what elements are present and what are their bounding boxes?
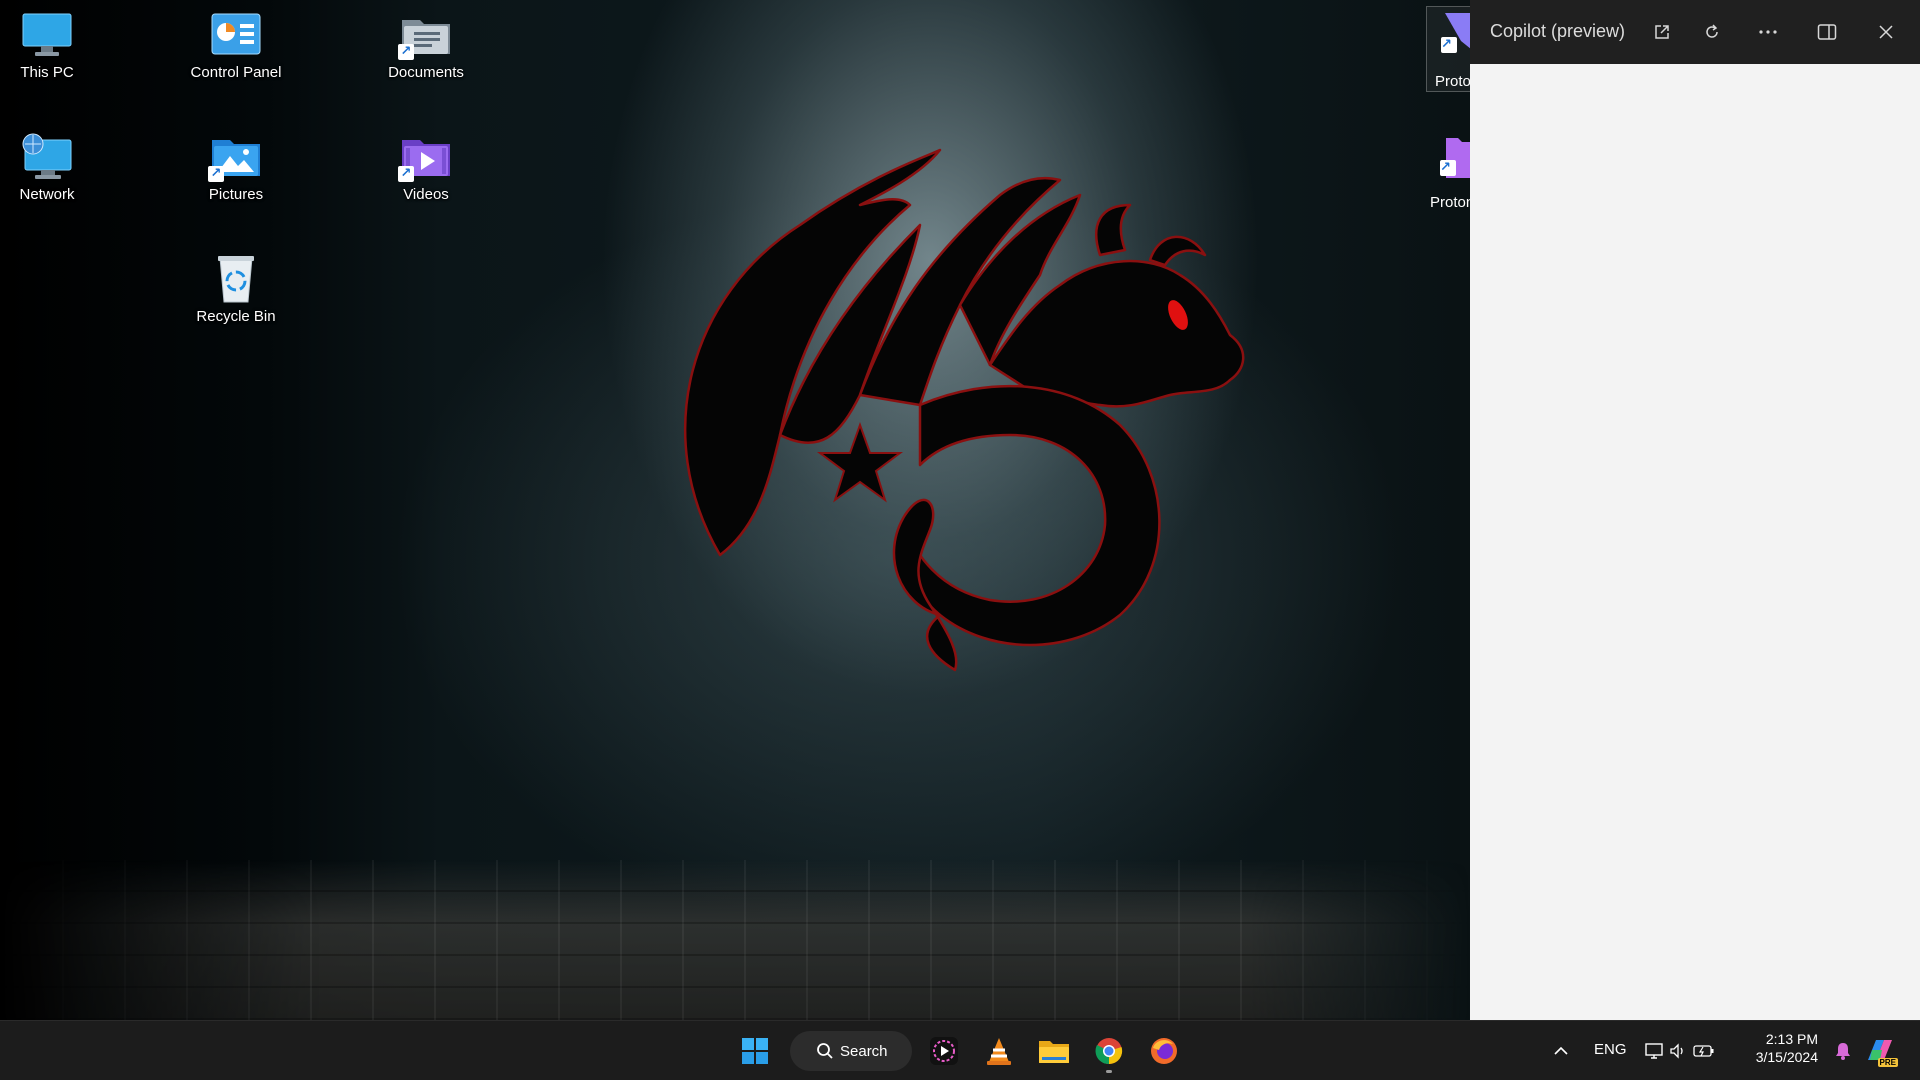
media-player-icon xyxy=(930,1037,958,1065)
refresh-button[interactable] xyxy=(1696,16,1728,48)
vlc-icon xyxy=(987,1038,1011,1065)
copilot-content-area xyxy=(1470,64,1920,1020)
desktop-icon-label: Videos xyxy=(403,186,449,203)
copilot-title: Copilot (preview) xyxy=(1490,21,1626,41)
volume-icon xyxy=(1670,1043,1683,1059)
battery-charging-icon xyxy=(1693,1045,1714,1057)
taskbar-app-file-explorer[interactable] xyxy=(1032,1029,1076,1073)
chevron-up-icon xyxy=(1554,1046,1568,1055)
search-icon xyxy=(817,1043,833,1059)
recycle-bin-icon xyxy=(208,254,264,304)
show-hidden-icons-button[interactable] xyxy=(1539,1029,1583,1073)
shortcut-arrow-icon: ↗ xyxy=(1440,160,1456,176)
shortcut-arrow-icon: ↗ xyxy=(208,166,224,182)
wallpaper-floor xyxy=(0,860,1470,1020)
more-icon xyxy=(1759,30,1777,34)
desktop-icon-label: Network xyxy=(19,186,75,203)
shortcut-arrow-icon: ↗ xyxy=(1441,37,1457,53)
clock-time: 2:13 PM xyxy=(1765,1031,1818,1047)
desktop-icon-label: Documents xyxy=(388,64,464,81)
documents-folder-icon: ↗ xyxy=(398,10,454,60)
language-indicator[interactable]: ENG xyxy=(1594,1041,1627,1058)
clock-date: 3/15/2024 xyxy=(1755,1049,1818,1065)
desktop-icon-label: Pictures xyxy=(208,186,264,203)
desktop-icon-label: Control Panel xyxy=(190,64,282,81)
videos-folder-icon: ↗ xyxy=(398,132,454,182)
refresh-icon xyxy=(1706,24,1718,38)
desktop-icon-network[interactable]: Network xyxy=(0,122,102,214)
copilot-preview-badge: PRE xyxy=(1877,1058,1898,1067)
firefox-icon xyxy=(1151,1038,1177,1064)
shortcut-arrow-icon: ↗ xyxy=(398,44,414,60)
running-indicator xyxy=(1106,1070,1112,1073)
desktop-icon-recycle-bin[interactable]: Recycle Bin xyxy=(181,244,291,336)
quick-settings-button[interactable] xyxy=(1645,1029,1715,1073)
copilot-taskbar-button[interactable]: PRE xyxy=(1860,1029,1900,1073)
search-label: Search xyxy=(840,1042,888,1060)
file-explorer-icon xyxy=(1039,1041,1069,1063)
copilot-header: Copilot (preview) xyxy=(1470,0,1920,64)
chrome-icon xyxy=(1095,1038,1123,1065)
dock-panel-button[interactable] xyxy=(1811,16,1843,48)
control-panel-icon xyxy=(208,10,264,60)
pictures-folder-icon: ↗ xyxy=(208,132,264,182)
desktop-icon-proton-2[interactable]: ↗ Proton xyxy=(1426,128,1470,212)
star-shape xyxy=(817,422,903,503)
desktop-icon-videos[interactable]: ↗ Videos xyxy=(371,122,481,214)
taskbar: Search ENG 2:13 PM 3/15/2024 PRE xyxy=(0,1020,1920,1080)
desktop-icon-label: This PC xyxy=(20,64,74,81)
desktop-icon-pictures[interactable]: ↗ Pictures xyxy=(181,122,291,214)
proton-app-icon: ↗ xyxy=(1441,11,1470,57)
taskbar-search-box[interactable]: Search xyxy=(790,1031,912,1071)
dragon-wallpaper-art xyxy=(683,148,1245,672)
close-icon xyxy=(1879,25,1893,39)
bell-icon xyxy=(1836,1043,1850,1060)
proton-app-icon: ↗ xyxy=(1440,134,1470,180)
shortcut-arrow-icon: ↗ xyxy=(398,166,414,182)
taskbar-app-chrome[interactable] xyxy=(1087,1029,1131,1073)
desktop-icon-this-pc[interactable]: This PC xyxy=(0,0,102,92)
more-options-button[interactable] xyxy=(1752,16,1784,48)
desktop-icon-label: Proton xyxy=(1430,194,1470,211)
open-in-new-icon xyxy=(1655,25,1669,39)
desktop-icon-control-panel[interactable]: Control Panel xyxy=(181,0,291,92)
notifications-button[interactable] xyxy=(1825,1029,1861,1073)
desktop-icon-label: Proto xyxy=(1435,73,1470,90)
taskbar-app-vlc[interactable] xyxy=(977,1029,1021,1073)
network-status-icon xyxy=(1645,1043,1663,1059)
desktop-icon-documents[interactable]: ↗ Documents xyxy=(371,0,481,92)
monitor-icon xyxy=(19,10,75,60)
desktop-icon-proton-1[interactable]: ↗ Proto xyxy=(1426,6,1470,92)
windows-start-icon xyxy=(742,1038,768,1064)
clock[interactable]: 2:13 PM 3/15/2024 xyxy=(1726,1031,1818,1065)
open-in-new-button[interactable] xyxy=(1646,16,1678,48)
desktop-icon-label: Recycle Bin xyxy=(196,308,276,325)
desktop-wallpaper: This PC Control Panel ↗ Documents Networ… xyxy=(0,0,1470,1020)
start-button[interactable] xyxy=(733,1029,777,1073)
close-button[interactable] xyxy=(1870,16,1902,48)
taskbar-app-media-player[interactable] xyxy=(922,1029,966,1073)
dock-panel-icon xyxy=(1817,24,1837,40)
taskbar-app-firefox[interactable] xyxy=(1142,1029,1186,1073)
network-icon xyxy=(19,132,75,182)
copilot-panel: Copilot (preview) xyxy=(1470,0,1920,1020)
